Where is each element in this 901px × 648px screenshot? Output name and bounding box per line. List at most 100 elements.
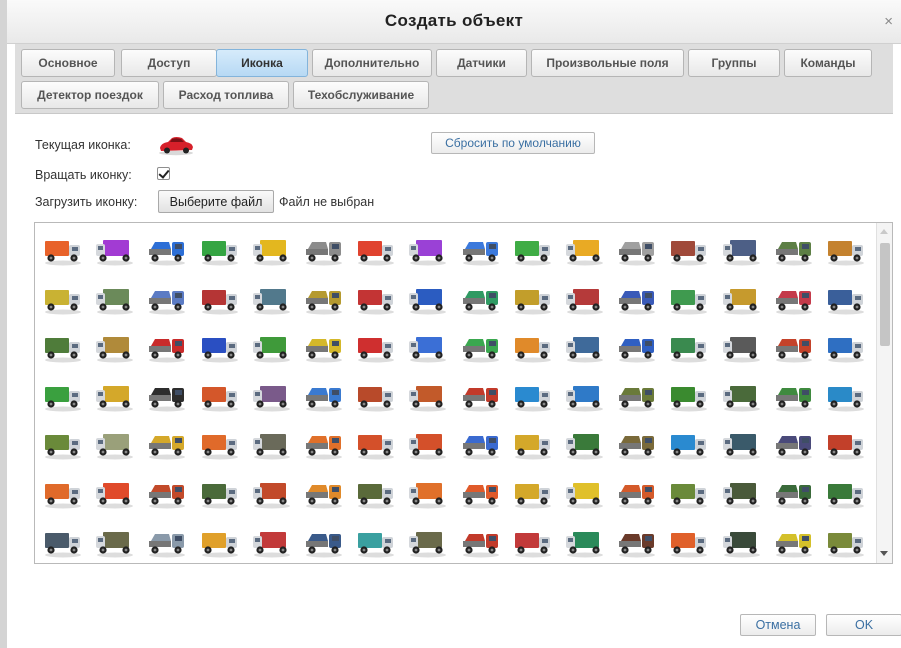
- truck-icon[interactable]: [563, 425, 607, 461]
- truck-icon[interactable]: [667, 328, 711, 364]
- truck-icon[interactable]: [41, 474, 85, 510]
- truck-icon[interactable]: [667, 280, 711, 316]
- truck-icon[interactable]: [41, 280, 85, 316]
- truck-icon[interactable]: [250, 280, 294, 316]
- tab-groups[interactable]: Группы: [688, 49, 780, 77]
- truck-icon[interactable]: [667, 377, 711, 413]
- truck-icon[interactable]: [824, 425, 868, 461]
- tab-icon[interactable]: Иконка: [216, 49, 308, 77]
- truck-icon[interactable]: [354, 328, 398, 364]
- truck-icon[interactable]: [824, 523, 868, 559]
- truck-icon[interactable]: [720, 231, 764, 267]
- truck-icon[interactable]: [772, 328, 816, 364]
- cancel-button[interactable]: Отмена: [740, 614, 816, 636]
- truck-icon[interactable]: [198, 474, 242, 510]
- close-icon[interactable]: ×: [884, 14, 893, 29]
- tab-trip-detector[interactable]: Детектор поездок: [21, 81, 159, 109]
- truck-icon[interactable]: [615, 523, 659, 559]
- truck-icon[interactable]: [667, 474, 711, 510]
- truck-icon[interactable]: [511, 474, 555, 510]
- truck-icon[interactable]: [93, 231, 137, 267]
- truck-icon[interactable]: [145, 328, 189, 364]
- truck-icon[interactable]: [302, 231, 346, 267]
- truck-icon[interactable]: [198, 523, 242, 559]
- truck-icon[interactable]: [145, 377, 189, 413]
- truck-icon[interactable]: [772, 474, 816, 510]
- truck-icon[interactable]: [354, 474, 398, 510]
- truck-icon[interactable]: [720, 280, 764, 316]
- truck-icon[interactable]: [772, 377, 816, 413]
- truck-icon[interactable]: [511, 523, 555, 559]
- truck-icon[interactable]: [145, 280, 189, 316]
- vertical-scrollbar[interactable]: [876, 223, 892, 563]
- truck-icon[interactable]: [302, 280, 346, 316]
- truck-icon[interactable]: [667, 523, 711, 559]
- truck-icon[interactable]: [250, 474, 294, 510]
- truck-icon[interactable]: [93, 377, 137, 413]
- truck-icon[interactable]: [354, 425, 398, 461]
- tab-sensors[interactable]: Датчики: [436, 49, 527, 77]
- truck-icon[interactable]: [511, 328, 555, 364]
- truck-icon[interactable]: [145, 425, 189, 461]
- tab-maintenance[interactable]: Техобслуживание: [293, 81, 429, 109]
- scroll-down-arrow-icon[interactable]: [880, 551, 888, 556]
- tab-fuel-consumption[interactable]: Расход топлива: [163, 81, 289, 109]
- truck-icon[interactable]: [563, 280, 607, 316]
- truck-icon[interactable]: [302, 474, 346, 510]
- truck-icon[interactable]: [720, 474, 764, 510]
- truck-icon[interactable]: [354, 280, 398, 316]
- truck-icon[interactable]: [772, 280, 816, 316]
- truck-icon[interactable]: [93, 523, 137, 559]
- truck-icon[interactable]: [563, 474, 607, 510]
- truck-icon[interactable]: [511, 377, 555, 413]
- truck-icon[interactable]: [198, 231, 242, 267]
- truck-icon[interactable]: [198, 280, 242, 316]
- truck-icon[interactable]: [511, 280, 555, 316]
- truck-icon[interactable]: [720, 425, 764, 461]
- truck-icon[interactable]: [615, 328, 659, 364]
- truck-icon[interactable]: [772, 425, 816, 461]
- truck-icon[interactable]: [41, 377, 85, 413]
- tab-access[interactable]: Доступ: [121, 49, 217, 77]
- truck-icon[interactable]: [615, 377, 659, 413]
- truck-icon[interactable]: [41, 328, 85, 364]
- tab-custom-fields[interactable]: Произвольные поля: [531, 49, 684, 77]
- truck-icon[interactable]: [511, 231, 555, 267]
- truck-icon[interactable]: [302, 377, 346, 413]
- truck-icon[interactable]: [772, 231, 816, 267]
- tab-advanced[interactable]: Дополнительно: [312, 49, 432, 77]
- truck-icon[interactable]: [459, 474, 503, 510]
- truck-icon[interactable]: [198, 328, 242, 364]
- truck-icon[interactable]: [459, 280, 503, 316]
- truck-icon[interactable]: [93, 280, 137, 316]
- truck-icon[interactable]: [406, 328, 450, 364]
- truck-icon[interactable]: [93, 474, 137, 510]
- truck-icon[interactable]: [667, 425, 711, 461]
- truck-icon[interactable]: [302, 328, 346, 364]
- truck-icon[interactable]: [406, 377, 450, 413]
- truck-icon[interactable]: [93, 328, 137, 364]
- truck-icon[interactable]: [824, 377, 868, 413]
- truck-icon[interactable]: [720, 377, 764, 413]
- truck-icon[interactable]: [563, 328, 607, 364]
- truck-icon[interactable]: [824, 280, 868, 316]
- truck-icon[interactable]: [511, 425, 555, 461]
- tab-commands[interactable]: Команды: [784, 49, 872, 77]
- truck-icon[interactable]: [41, 425, 85, 461]
- truck-icon[interactable]: [250, 328, 294, 364]
- truck-icon[interactable]: [563, 231, 607, 267]
- truck-icon[interactable]: [459, 328, 503, 364]
- truck-icon[interactable]: [615, 474, 659, 510]
- reset-default-button[interactable]: Сбросить по умолчанию: [431, 132, 595, 154]
- truck-icon[interactable]: [406, 474, 450, 510]
- truck-icon[interactable]: [720, 523, 764, 559]
- truck-icon[interactable]: [354, 377, 398, 413]
- truck-icon[interactable]: [41, 231, 85, 267]
- truck-icon[interactable]: [615, 280, 659, 316]
- truck-icon[interactable]: [145, 474, 189, 510]
- tab-basic[interactable]: Основное: [21, 49, 115, 77]
- rotate-icon-checkbox[interactable]: [157, 167, 170, 180]
- truck-icon[interactable]: [354, 523, 398, 559]
- truck-icon[interactable]: [250, 231, 294, 267]
- truck-icon[interactable]: [459, 425, 503, 461]
